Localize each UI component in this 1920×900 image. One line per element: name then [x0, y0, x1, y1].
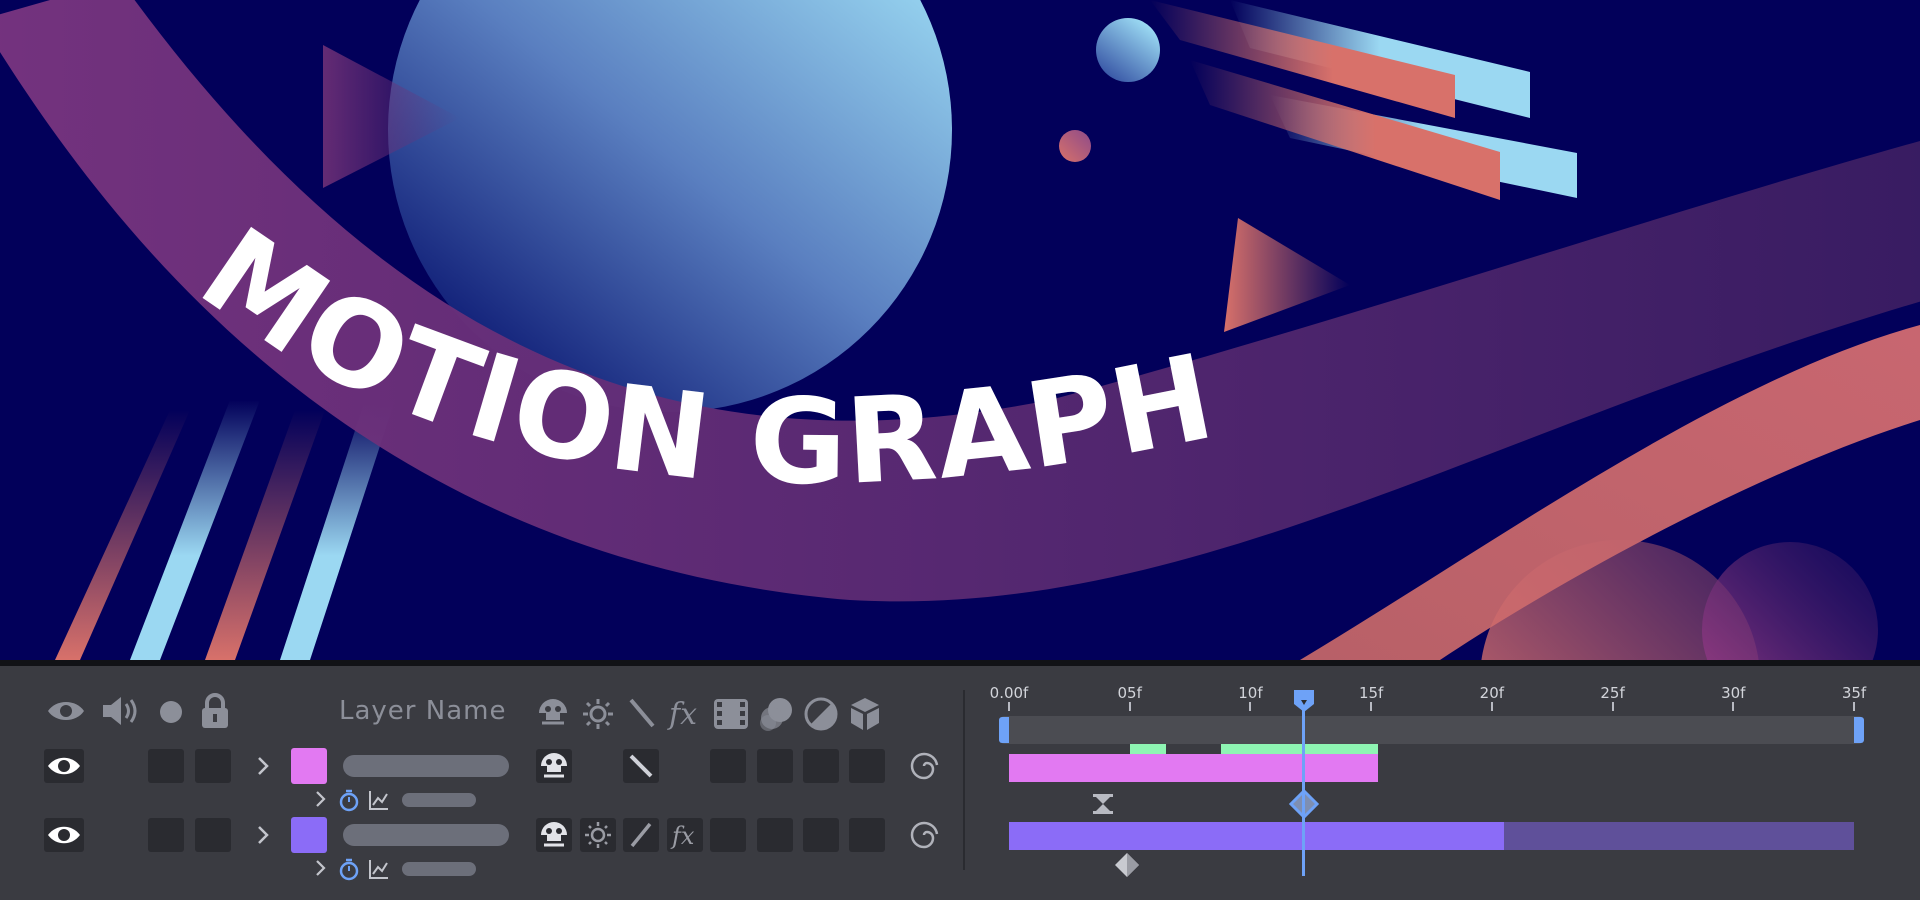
layer-2-shy-switch-icon[interactable] [536, 818, 572, 852]
3d-cube-icon[interactable] [849, 696, 881, 732]
work-area-end-handle[interactable] [1854, 717, 1864, 743]
layer-1-color-swatch[interactable] [291, 748, 327, 784]
cached-frames-segment [1129, 744, 1166, 754]
timeline-tick [1008, 702, 1010, 711]
layer-2-frame-blend-switch[interactable] [710, 818, 746, 852]
dot-coral [1059, 130, 1091, 162]
timeline-tick-label: 20f [1479, 684, 1505, 702]
playhead-line[interactable] [1302, 700, 1306, 876]
layer-2-adjustment-switch[interactable] [803, 818, 839, 852]
timeline-tick-label: 35f [1841, 684, 1867, 702]
layer-2-graph-editor-icon[interactable] [368, 858, 390, 880]
layer-1-property-field[interactable] [402, 793, 476, 807]
layer-2-lock-toggle[interactable] [195, 818, 231, 852]
layer-1-quality-switch-icon[interactable] [623, 749, 659, 783]
eye-icon[interactable] [46, 696, 86, 726]
layer-1-audio-toggle[interactable] [148, 749, 184, 783]
layer-1-expand-chevron-icon[interactable] [256, 756, 270, 776]
timeline-tick [1128, 702, 1131, 711]
speaker-icon[interactable] [101, 694, 145, 728]
layer-2-motion-spiral-icon[interactable] [907, 820, 941, 850]
layer-2-fx-switch-icon[interactable]: fx [667, 818, 703, 852]
quality-slash-icon[interactable] [627, 697, 657, 729]
timeline-tick [1611, 702, 1614, 711]
layer-1-visibility-eye-icon[interactable] [44, 749, 84, 783]
layer-2-motion-blur-switch[interactable] [757, 818, 793, 852]
hero-artwork: MOTION GRAPHICS [0, 0, 1920, 660]
timeline-tick-label: 0.00f [989, 684, 1029, 702]
adjustment-icon[interactable] [804, 697, 838, 731]
timeline-tick [1490, 702, 1493, 711]
layer-1-adjustment-switch[interactable] [803, 749, 839, 783]
layer-2-visibility-eye-icon[interactable] [44, 818, 84, 852]
layer-1-shy-switch-icon[interactable] [536, 749, 572, 783]
layer-2-collapse-switch-icon[interactable] [580, 818, 616, 852]
fx-icon[interactable]: fx [667, 695, 707, 731]
timeline-tick-label: 15f [1358, 684, 1384, 702]
layer-2-stopwatch-icon[interactable] [338, 857, 360, 881]
timeline-tick-label: 05f [1117, 684, 1142, 702]
work-area-bar[interactable] [1001, 716, 1862, 744]
layer-2-name-field[interactable] [343, 824, 509, 846]
svg-text:fx: fx [667, 697, 697, 731]
timeline-tick-label: 25f [1600, 684, 1625, 702]
hero-illustration: MOTION GRAPHICS [0, 0, 1920, 660]
layer-1-graph-editor-icon[interactable] [368, 789, 390, 811]
layer-2-duration-bar[interactable] [1009, 822, 1504, 850]
timeline-tick [1853, 702, 1855, 711]
panel-separator [963, 690, 965, 870]
layer-2-color-swatch[interactable] [291, 817, 327, 853]
moon-small [1096, 18, 1160, 82]
cached-frames-segment [1221, 744, 1379, 754]
layer-2-quality-switch-icon[interactable] [623, 818, 659, 852]
frame-blend-icon[interactable] [712, 697, 750, 731]
layer-1-stopwatch-icon[interactable] [338, 788, 360, 812]
hold-keyframe-icon[interactable] [1092, 793, 1114, 815]
timeline-tick [1732, 702, 1735, 711]
timeline-tick [1249, 702, 1252, 711]
layer-1-frame-blend-switch[interactable] [710, 749, 746, 783]
solo-dot-icon[interactable] [159, 700, 183, 724]
layer-1-motion-spiral-icon[interactable] [907, 751, 941, 781]
layer-2-property-field[interactable] [402, 862, 476, 876]
playhead-handle-icon[interactable] [1292, 688, 1316, 714]
lock-icon[interactable] [200, 693, 230, 729]
layer-2-sub-expand-chevron-icon[interactable] [314, 859, 326, 877]
timeline-tick-label: 10f [1238, 684, 1263, 702]
layer-2-expand-chevron-icon[interactable] [256, 825, 270, 845]
svg-text:fx: fx [670, 822, 695, 850]
layer-name-header[interactable]: Layer Name [339, 696, 506, 726]
timeline-tick-label: 30f [1721, 684, 1746, 702]
motion-blur-icon[interactable] [758, 696, 796, 732]
collapse-sun-icon[interactable] [581, 698, 615, 730]
layer-1-duration-bar[interactable] [1009, 754, 1379, 782]
layer-1-3d-switch[interactable] [849, 749, 885, 783]
layer-2-3d-switch[interactable] [849, 818, 885, 852]
work-area-start-handle[interactable] [999, 717, 1009, 743]
layer-1-sub-expand-chevron-icon[interactable] [314, 790, 326, 808]
layer-1-name-field[interactable] [343, 755, 509, 777]
layer-2-keyframe-diamond-icon[interactable] [1113, 851, 1141, 879]
timeline-tick [1370, 702, 1373, 711]
layer-2-audio-toggle[interactable] [148, 818, 184, 852]
layer-1-motion-blur-switch[interactable] [757, 749, 793, 783]
layer-1-lock-toggle[interactable] [195, 749, 231, 783]
shy-icon[interactable] [536, 697, 570, 729]
timeline-panel [0, 666, 1920, 900]
